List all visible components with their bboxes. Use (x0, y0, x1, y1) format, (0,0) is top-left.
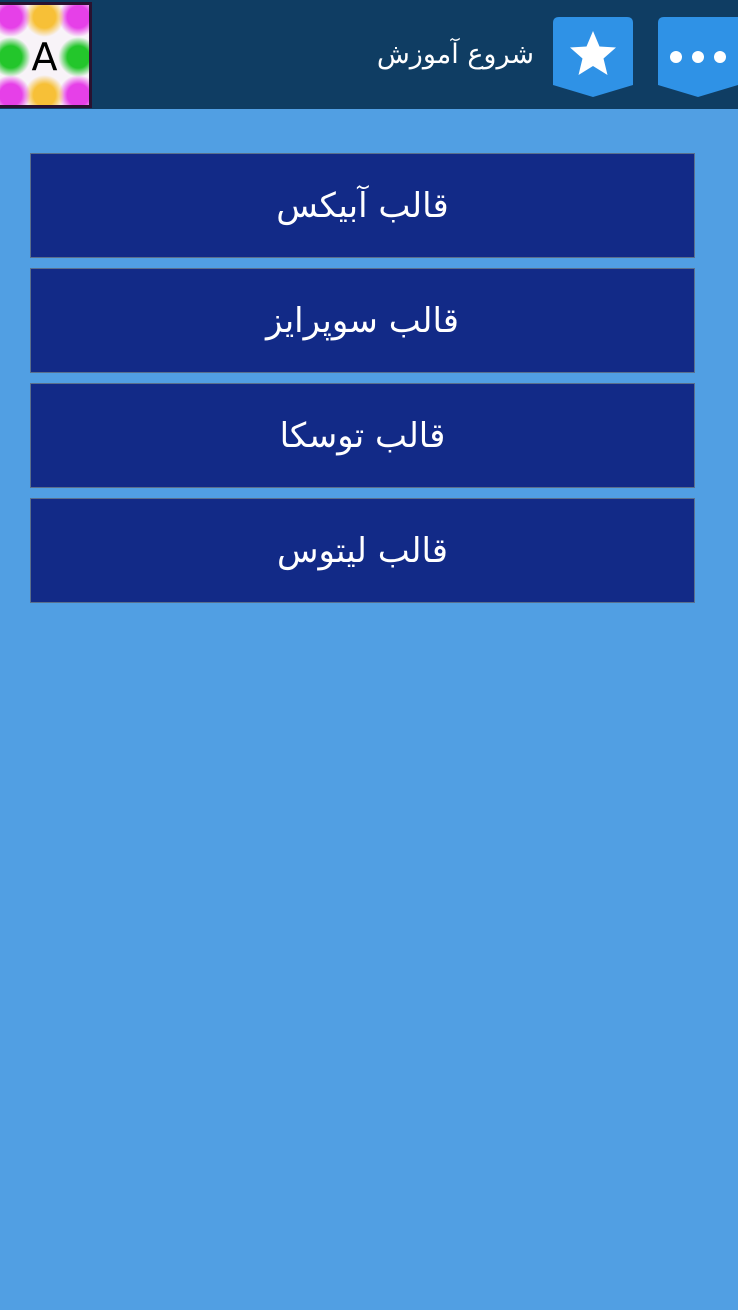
app-logo[interactable]: A (0, 2, 92, 108)
favorites-button[interactable] (553, 17, 633, 97)
more-dots-icon (658, 17, 738, 97)
star-icon (553, 17, 633, 97)
top-bar: A شروع آموزش (0, 0, 738, 109)
more-menu-button[interactable] (658, 17, 738, 97)
page-title: شروع آموزش (376, 39, 534, 70)
template-item-toska[interactable]: قالب توسکا (30, 383, 695, 488)
app-logo-letter: A (31, 35, 58, 79)
template-item-litus[interactable]: قالب لیتوس (30, 498, 695, 603)
template-list: قالب آبیکس قالب سوپرایز قالب توسکا قالب … (30, 153, 695, 613)
template-item-abix[interactable]: قالب آبیکس (30, 153, 695, 258)
template-item-surprise[interactable]: قالب سوپرایز (30, 268, 695, 373)
